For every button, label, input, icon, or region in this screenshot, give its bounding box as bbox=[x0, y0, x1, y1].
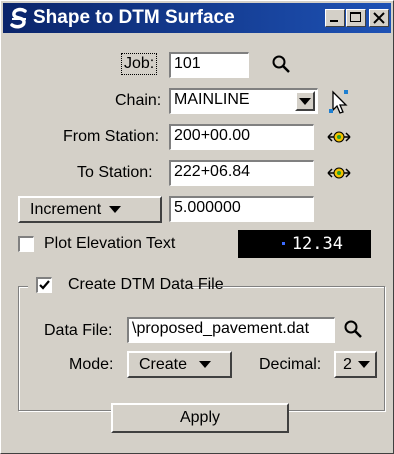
chevron-down-icon bbox=[357, 361, 370, 368]
maximize-button[interactable] bbox=[346, 9, 366, 27]
increment-label: Increment bbox=[30, 200, 102, 218]
minimize-icon bbox=[330, 20, 338, 22]
search-icon[interactable] bbox=[343, 319, 363, 339]
apply-button[interactable]: Apply bbox=[111, 403, 289, 433]
increment-dropdown-button[interactable]: Increment bbox=[18, 196, 162, 223]
close-button[interactable] bbox=[369, 9, 389, 27]
from-station-field[interactable]: 200+00.00 bbox=[169, 124, 314, 150]
job-field[interactable]: 101 bbox=[169, 52, 249, 78]
elevation-text-sample: 12.34 bbox=[291, 234, 343, 254]
increment-field[interactable]: 5.000000 bbox=[169, 196, 314, 222]
checkmark-icon bbox=[39, 280, 50, 290]
plot-elevation-label: Plot Elevation Text bbox=[44, 235, 176, 252]
minimize-button[interactable] bbox=[325, 9, 345, 27]
decimal-label: Decimal: bbox=[259, 356, 322, 373]
locate-station-icon[interactable] bbox=[327, 165, 351, 181]
decimal-dropdown-button[interactable]: 2 bbox=[334, 351, 377, 378]
chevron-down-icon bbox=[199, 361, 212, 368]
chain-label: Chain: bbox=[115, 92, 162, 109]
window-title: Shape to DTM Surface bbox=[33, 7, 235, 28]
title-bar[interactable]: Shape to DTM Surface bbox=[3, 3, 391, 33]
app-logo-icon bbox=[10, 7, 27, 29]
mode-value: Create bbox=[139, 355, 188, 373]
mode-label: Mode: bbox=[69, 356, 114, 373]
data-file-label: Data File: bbox=[44, 322, 113, 339]
data-file-field[interactable]: \proposed_pavement.dat bbox=[127, 317, 335, 343]
decimal-value: 2 bbox=[343, 355, 352, 373]
elevation-text-preview[interactable]: 12.34 bbox=[238, 230, 371, 258]
chain-select[interactable]: MAINLINE bbox=[169, 88, 318, 114]
text-origin-marker bbox=[282, 242, 285, 245]
chain-select-value: MAINLINE bbox=[174, 91, 250, 108]
chevron-down-icon bbox=[109, 206, 122, 213]
create-dtm-checkbox[interactable] bbox=[36, 277, 52, 293]
plot-elevation-checkbox[interactable] bbox=[18, 236, 34, 252]
chevron-down-icon bbox=[299, 98, 311, 105]
close-icon bbox=[373, 12, 385, 24]
select-element-icon[interactable] bbox=[327, 88, 353, 116]
from-station-label: From Station: bbox=[63, 128, 160, 145]
locate-station-icon[interactable] bbox=[327, 129, 351, 145]
search-icon[interactable] bbox=[271, 54, 291, 74]
dtm-group bbox=[18, 286, 385, 411]
chain-dropdown-button[interactable] bbox=[295, 91, 315, 111]
mode-dropdown-button[interactable]: Create bbox=[127, 351, 232, 378]
maximize-icon bbox=[350, 12, 361, 22]
dialog-window: Shape to DTM Surface Job: 101 Chain: MAI… bbox=[0, 0, 394, 454]
job-label[interactable]: Job: bbox=[121, 53, 158, 75]
to-station-field[interactable]: 222+06.84 bbox=[169, 160, 314, 186]
dtm-group-header: Create DTM Data File bbox=[28, 275, 224, 297]
create-dtm-label: Create DTM Data File bbox=[68, 276, 224, 293]
apply-label: Apply bbox=[179, 409, 221, 426]
to-station-label: To Station: bbox=[77, 164, 153, 181]
